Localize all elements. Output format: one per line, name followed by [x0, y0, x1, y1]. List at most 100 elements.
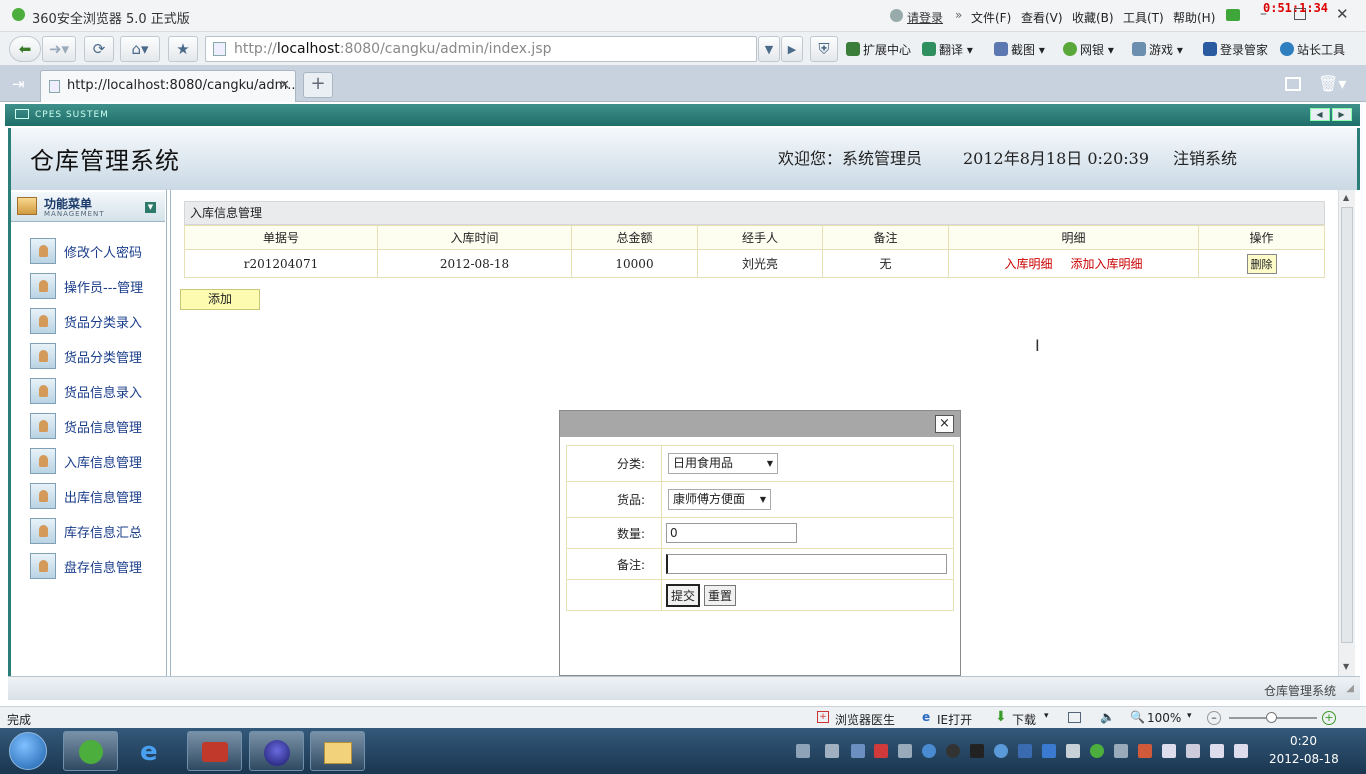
- new-tab-button[interactable]: +: [303, 72, 333, 98]
- scroll-down-icon[interactable]: ▼: [1343, 662, 1349, 671]
- tray-qq-icon[interactable]: [946, 744, 960, 758]
- page-prev-icon[interactable]: ◀: [1310, 108, 1330, 121]
- quantity-input[interactable]: 0: [666, 523, 797, 543]
- menu-help[interactable]: 帮助(H): [1173, 9, 1215, 26]
- download-button[interactable]: 下载: [1012, 711, 1036, 728]
- submit-button[interactable]: 提交: [666, 583, 701, 607]
- menu-view[interactable]: 查看(V): [1021, 9, 1063, 26]
- taskbar-explorer[interactable]: [310, 731, 365, 771]
- scroll-thumb[interactable]: [1341, 207, 1353, 643]
- tray-app-icon-6[interactable]: [970, 744, 984, 758]
- go-button[interactable]: ▶: [781, 36, 803, 62]
- add-button[interactable]: 添加: [180, 289, 260, 310]
- trash-icon[interactable]: 🗑▾: [1318, 74, 1346, 93]
- tray-app-icon-1[interactable]: [825, 744, 839, 758]
- tray-shield-icon[interactable]: [1042, 744, 1056, 758]
- start-button[interactable]: [9, 732, 47, 770]
- zoom-in-button[interactable]: +: [1322, 711, 1336, 725]
- tool-screenshot[interactable]: 截图 ▾: [994, 41, 1045, 58]
- tray-app-icon-11[interactable]: [1138, 744, 1152, 758]
- tray-app-icon-8[interactable]: [1018, 744, 1032, 758]
- sidebar-toggle-icon[interactable]: ⇥: [12, 75, 25, 93]
- reset-button[interactable]: 重置: [704, 584, 737, 606]
- tool-games[interactable]: 游戏 ▾: [1132, 41, 1183, 58]
- refresh-button[interactable]: ⟳: [84, 36, 114, 62]
- menu-tools[interactable]: 工具(T): [1123, 9, 1164, 26]
- tray-app-icon-10[interactable]: [1114, 744, 1128, 758]
- taskbar-eclipse[interactable]: [249, 731, 304, 771]
- tab-close-icon[interactable]: ✕: [279, 71, 290, 101]
- tray-network-icon[interactable]: [1210, 744, 1224, 758]
- collapse-icon[interactable]: ▼: [145, 202, 156, 213]
- tray-360-icon[interactable]: [1090, 744, 1104, 758]
- sidebar-item-change-password[interactable]: 修改个人密码: [30, 237, 160, 265]
- tray-app-icon-7[interactable]: [994, 744, 1008, 758]
- logout-link[interactable]: 注销系统: [1173, 145, 1237, 169]
- stock-in-detail-link[interactable]: 入库明细: [1004, 257, 1052, 271]
- sidebar-item-stock-in[interactable]: 入库信息管理: [30, 447, 160, 475]
- window-mode-icon[interactable]: [1068, 712, 1081, 723]
- tray-flag-icon[interactable]: [1162, 744, 1176, 758]
- zoom-dropdown-icon[interactable]: ▾: [1187, 711, 1192, 721]
- tray-app-icon-4[interactable]: [898, 744, 912, 758]
- taskbar-toolbox[interactable]: [187, 731, 242, 771]
- dialog-titlebar[interactable]: [560, 411, 960, 437]
- menu-file[interactable]: 文件(F): [971, 9, 1011, 26]
- zoom-out-button[interactable]: –: [1207, 711, 1221, 725]
- sidebar-item-category-entry[interactable]: 货品分类录入: [30, 307, 160, 335]
- tray-app-icon-12[interactable]: [1186, 744, 1200, 758]
- tray-keyboard-icon[interactable]: [796, 744, 810, 758]
- back-button[interactable]: ⬅: [9, 36, 41, 62]
- tray-app-icon-9[interactable]: [1066, 744, 1080, 758]
- sidebar-item-stocktake[interactable]: 盘存信息管理: [30, 552, 160, 580]
- tray-app-icon-5[interactable]: [922, 744, 936, 758]
- quantity-label: 数量:: [566, 517, 662, 549]
- note-input[interactable]: [666, 554, 947, 574]
- tray-app-icon-3[interactable]: [874, 744, 888, 758]
- tool-extensions[interactable]: 扩展中心: [846, 41, 911, 58]
- page-next-icon[interactable]: ▶: [1332, 108, 1352, 121]
- zoom-slider-thumb[interactable]: [1266, 712, 1277, 723]
- home-button[interactable]: ⌂▾: [120, 36, 160, 62]
- download-dropdown-icon[interactable]: ▾: [1044, 711, 1049, 721]
- sidebar-item-operators[interactable]: 操作员---管理: [30, 272, 160, 300]
- scroll-up-icon[interactable]: ▲: [1343, 193, 1349, 202]
- sidebar-item-goods-manage[interactable]: 货品信息管理: [30, 412, 160, 440]
- category-select[interactable]: 日用食用品: [668, 453, 778, 474]
- sidebar-item-stock-out[interactable]: 出库信息管理: [30, 482, 160, 510]
- login-link[interactable]: 请登录: [907, 9, 943, 26]
- tool-webmaster[interactable]: 站长工具: [1280, 41, 1345, 58]
- tab-active[interactable]: http://localhost:8080/cangku/adm... ✕: [40, 70, 296, 102]
- goods-select[interactable]: 康师傅方便面: [668, 489, 771, 510]
- vertical-scrollbar[interactable]: ▲ ▼: [1338, 190, 1355, 676]
- add-stock-in-detail-link[interactable]: 添加入库明细: [1071, 257, 1143, 271]
- tool-translate[interactable]: 翻译 ▾: [922, 41, 973, 58]
- forward-button[interactable]: ➜▾: [42, 36, 76, 62]
- taskbar-ie[interactable]: e: [126, 731, 181, 771]
- tray-volume-icon[interactable]: [1234, 744, 1248, 758]
- zoom-level[interactable]: 100%: [1147, 711, 1181, 725]
- address-bar[interactable]: http://localhost:8080/cangku/admin/index…: [205, 36, 757, 62]
- browser-doctor-button[interactable]: 浏览器医生: [835, 711, 895, 728]
- close-window-button[interactable]: ✕: [1336, 5, 1349, 23]
- menu-favorites[interactable]: 收藏(B): [1072, 9, 1114, 26]
- taskbar-360-browser[interactable]: [63, 731, 118, 771]
- tray-app-icon-2[interactable]: [851, 744, 865, 758]
- security-shield-button[interactable]: ⛨: [810, 36, 838, 62]
- delete-button[interactable]: 删除: [1246, 253, 1277, 274]
- sidebar-item-category-manage[interactable]: 货品分类管理: [30, 342, 160, 370]
- restore-tabs-icon[interactable]: [1285, 77, 1301, 91]
- sidebar-item-inventory-summary[interactable]: 库存信息汇总: [30, 517, 160, 545]
- tool-login-manager[interactable]: 登录管家: [1203, 41, 1268, 58]
- favorite-star-button[interactable]: ★: [168, 36, 198, 62]
- resize-grip-icon[interactable]: ◢: [1346, 683, 1354, 694]
- address-dropdown-button[interactable]: ▼: [758, 36, 780, 62]
- clock-time[interactable]: 0:20: [1290, 734, 1317, 748]
- skin-icon[interactable]: [1226, 9, 1240, 21]
- ie-open-button[interactable]: IE打开: [937, 711, 972, 728]
- clock-date[interactable]: 2012-08-18: [1269, 752, 1339, 766]
- dialog-close-button[interactable]: ×: [935, 415, 954, 433]
- sidebar-item-goods-entry[interactable]: 货品信息录入: [30, 377, 160, 405]
- tool-bank[interactable]: 网银 ▾: [1063, 41, 1114, 58]
- volume-icon[interactable]: 🔈: [1100, 710, 1115, 724]
